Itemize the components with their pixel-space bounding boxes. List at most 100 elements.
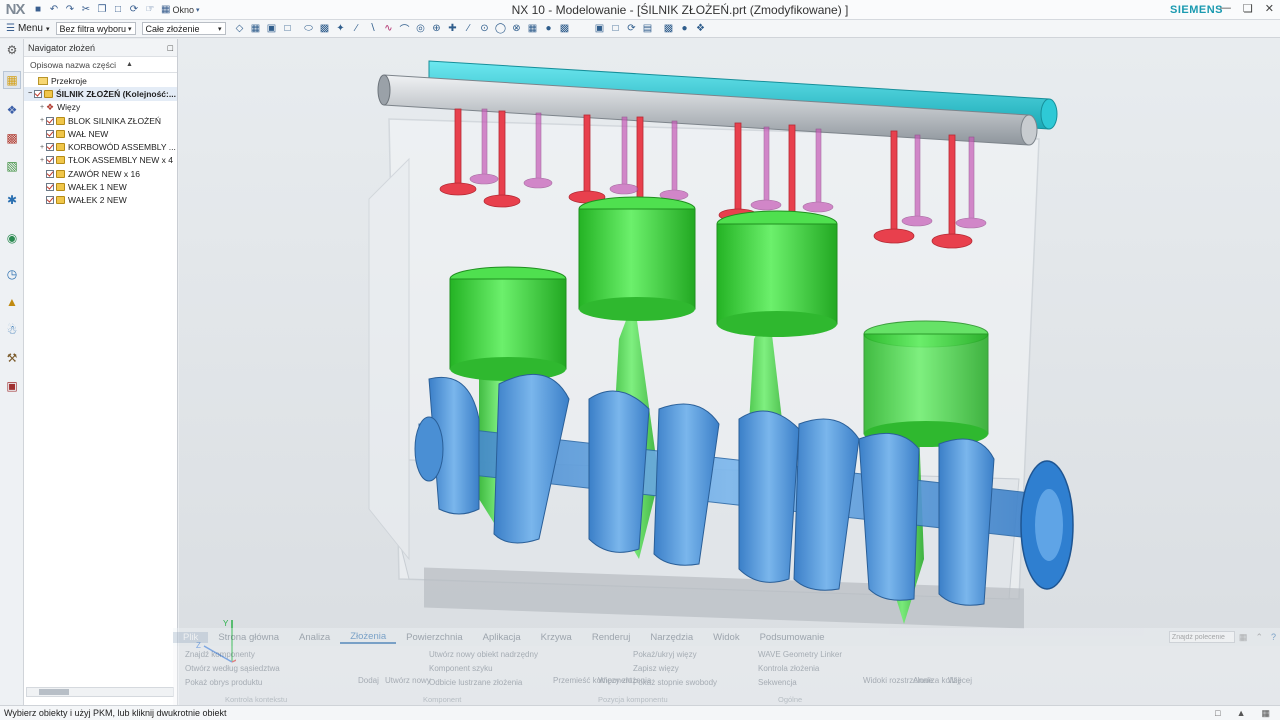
- touch-mode-icon[interactable]: ☞: [142, 3, 158, 17]
- show-product-outline-button[interactable]: Pokaż obrys produktu: [185, 678, 262, 687]
- filter-icon[interactable]: ◇: [233, 22, 247, 36]
- history-icon[interactable]: ◷: [3, 265, 21, 283]
- camera-icon[interactable]: ▣: [593, 22, 607, 36]
- mirror-assembly-button[interactable]: Odbicie lustrzane złożenia: [429, 678, 522, 687]
- constraint-navigator-icon[interactable]: ❖: [3, 101, 21, 119]
- palette-icon[interactable]: ▣: [3, 377, 21, 395]
- tab-tools[interactable]: Narzędzia: [640, 632, 703, 643]
- create-new-parent-button[interactable]: Utwórz nowy obiekt nadrzędny: [429, 650, 538, 659]
- curve-icon[interactable]: ∿: [382, 22, 396, 36]
- status-panel-icon[interactable]: □: [1215, 708, 1220, 719]
- tab-summary[interactable]: Podsumowanie: [750, 632, 835, 643]
- view-settings-icon[interactable]: ❖: [694, 22, 708, 36]
- tree-item-part[interactable]: ZAWÓR NEW x 16: [24, 167, 177, 180]
- visibility-checkbox[interactable]: [46, 169, 54, 178]
- expand-icon[interactable]: +: [38, 144, 46, 151]
- fit-icon[interactable]: □: [609, 22, 623, 36]
- create-new-button[interactable]: Utwórz nowy: [385, 676, 431, 685]
- add-component-button[interactable]: Dodaj: [358, 676, 379, 685]
- wave-linker-button[interactable]: WAVE Geometry Linker: [758, 650, 842, 659]
- ribbon-collapse-icon[interactable]: ⌃: [1251, 632, 1267, 643]
- type-filter-dropdown[interactable]: Bez filtra wyboru ▾: [55, 22, 136, 35]
- tree-item-part[interactable]: + BLOK SILNIKA ZŁOŻEŃ: [24, 114, 177, 127]
- tab-view[interactable]: Widok: [703, 632, 749, 643]
- save-icon[interactable]: ■: [30, 3, 46, 17]
- node-icon[interactable]: ●: [542, 22, 556, 36]
- collapse-icon[interactable]: −: [26, 90, 34, 97]
- visibility-checkbox[interactable]: [46, 116, 54, 125]
- orient-icon[interactable]: ▤: [641, 22, 655, 36]
- find-component-button[interactable]: Znajdź komponenty: [185, 650, 255, 659]
- render-style-icon[interactable]: ●: [678, 22, 692, 36]
- window-icon[interactable]: ▦ Okno ▾: [158, 3, 202, 17]
- ribbon-options-icon[interactable]: ▦: [1235, 632, 1252, 643]
- help-icon[interactable]: ?: [1267, 632, 1280, 642]
- horizontal-scrollbar[interactable]: [26, 687, 174, 697]
- command-search-input[interactable]: [1168, 631, 1235, 643]
- undo-icon[interactable]: ↶: [46, 3, 62, 17]
- status-pin-icon[interactable]: ▲: [1237, 708, 1246, 719]
- show-hide-constraints-button[interactable]: Pokaż/ukryj więzy: [633, 650, 697, 659]
- close-button[interactable]: ✕: [1265, 2, 1274, 15]
- tab-file[interactable]: Plik: [173, 631, 209, 643]
- minimize-button[interactable]: —: [1220, 2, 1231, 15]
- quadrant-icon[interactable]: ◯: [494, 22, 508, 36]
- grid-icon[interactable]: ▦: [526, 22, 540, 36]
- point-icon[interactable]: ⊙: [478, 22, 492, 36]
- arc-icon[interactable]: ⌒: [398, 22, 412, 36]
- tab-render[interactable]: Renderuj: [582, 632, 641, 643]
- redo-icon[interactable]: ↷: [62, 3, 78, 17]
- cut-icon[interactable]: ✂: [78, 3, 94, 17]
- reuse-library-icon[interactable]: ▧: [3, 157, 21, 175]
- midpoint-icon[interactable]: ⊗: [510, 22, 524, 36]
- snap-point-icon[interactable]: ✦: [334, 22, 348, 36]
- expand-icon[interactable]: +: [38, 104, 46, 111]
- tab-curve[interactable]: Krzywa: [531, 632, 582, 643]
- expand-icon[interactable]: +: [38, 117, 46, 124]
- assembly-check-button[interactable]: Kontrola złożenia: [758, 664, 819, 673]
- intersection-icon[interactable]: ✚: [446, 22, 460, 36]
- restore-button[interactable]: ❏: [1243, 2, 1253, 15]
- line-icon[interactable]: ∕: [350, 22, 364, 36]
- tangent-icon[interactable]: ∖: [366, 22, 380, 36]
- selection-options-icon[interactable]: ▣: [265, 22, 279, 36]
- display-mode-icon[interactable]: ▩: [662, 22, 676, 36]
- visibility-checkbox[interactable]: [46, 196, 54, 205]
- hd3d-icon[interactable]: ✱: [3, 191, 21, 209]
- visibility-checkbox[interactable]: [34, 89, 42, 98]
- repeat-command-icon[interactable]: ⟳: [126, 3, 142, 17]
- open-by-proximity-button[interactable]: Otwórz według sąsiedztwa: [185, 664, 280, 673]
- visibility-checkbox[interactable]: [46, 183, 54, 192]
- select-all-icon[interactable]: ▦: [249, 22, 263, 36]
- tree-item-part[interactable]: WAŁEK 2 NEW: [24, 194, 177, 207]
- tab-home[interactable]: Strona główna: [208, 632, 289, 643]
- visibility-checkbox[interactable]: [46, 129, 54, 138]
- tab-analysis[interactable]: Analiza: [289, 632, 340, 643]
- menu-button[interactable]: ☰ Menu ▾: [0, 23, 56, 34]
- mesh-icon[interactable]: ▩: [558, 22, 572, 36]
- tree-item-constraints[interactable]: + ❖ Więzy: [24, 101, 177, 114]
- settings-icon[interactable]: ⚙: [3, 41, 21, 59]
- system-scenes-icon[interactable]: ⚒: [3, 349, 21, 367]
- tree-item-part[interactable]: WAŁEK 1 NEW: [24, 180, 177, 193]
- part-navigator-icon[interactable]: ▩: [3, 129, 21, 147]
- circle-center-icon[interactable]: ◎: [414, 22, 428, 36]
- component-array-button[interactable]: Komponent szyku: [429, 664, 493, 673]
- web-browser-icon[interactable]: ◉: [3, 229, 21, 247]
- process-studio-icon[interactable]: ▲: [3, 293, 21, 311]
- rotate-icon[interactable]: ⟳: [625, 22, 639, 36]
- diagonal-icon[interactable]: ∕: [462, 22, 476, 36]
- scrollbar-thumb[interactable]: [39, 689, 69, 695]
- crosshair-icon[interactable]: ⊕: [430, 22, 444, 36]
- tab-application[interactable]: Aplikacja: [473, 632, 531, 643]
- tree-item-part[interactable]: + KORBOWÓD ASSEMBLY ...: [24, 140, 177, 153]
- copy-icon[interactable]: ❐: [94, 3, 110, 17]
- column-header[interactable]: Opisowa nazwa części ▲: [24, 57, 177, 73]
- rectangle-select-icon[interactable]: □: [281, 22, 295, 36]
- paste-icon[interactable]: □: [110, 3, 126, 17]
- tree-item-part[interactable]: WAŁ NEW: [24, 127, 177, 140]
- more-button[interactable]: Więcej: [948, 676, 972, 685]
- sequence-button[interactable]: Sekwencja: [758, 678, 797, 687]
- expand-icon[interactable]: +: [38, 157, 46, 164]
- tree-item-root-assembly[interactable]: − ŚILNIK ZŁOŻEŃ (Kolejność:...: [24, 87, 177, 101]
